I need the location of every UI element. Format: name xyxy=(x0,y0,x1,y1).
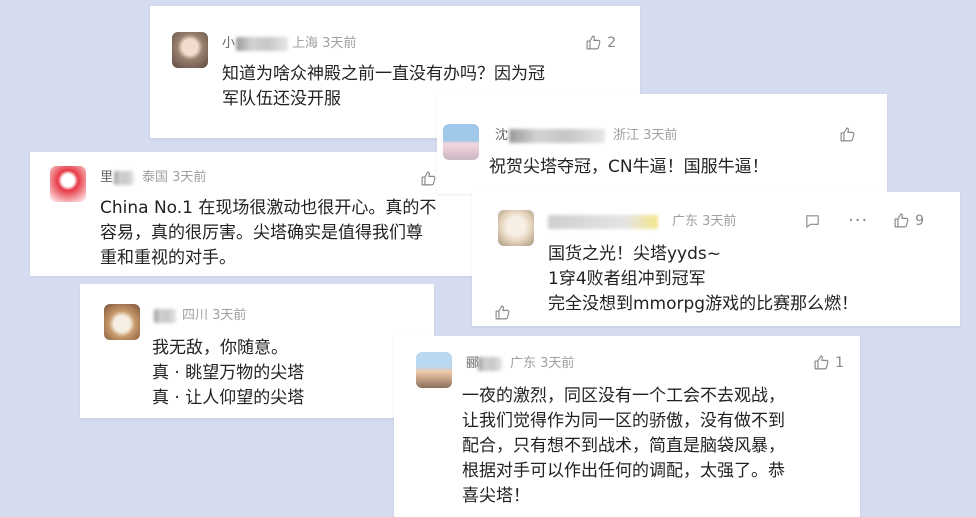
thumb-up-icon xyxy=(494,304,511,321)
comment-card: 四川 3天前 我无敌，你随意。 真 · 眺望万物的尖塔 真 · 让人仰望的尖塔 xyxy=(80,284,434,418)
comment-card: 沈 浙江 3天前 祝贺尖塔夺冠，CN牛逼！国服牛逼！ xyxy=(437,94,887,194)
comment-card: 郦 广东 3天前 1 一夜的激烈，同区没有一个工会不去观战， 让我们觉得作为同一… xyxy=(394,336,860,517)
comment-meta: 广东 3天前 xyxy=(672,214,737,229)
avatar[interactable] xyxy=(498,210,534,246)
comment-line: 真 · 眺望万物的尖塔 xyxy=(152,363,305,383)
comment-line: 配合，只有想不到战术，简直是脑袋风暴， xyxy=(462,436,785,456)
avatar[interactable] xyxy=(443,124,479,160)
comment-text: 我无敌，你随意。 真 · 眺望万物的尖塔 真 · 让人仰望的尖塔 xyxy=(152,336,304,411)
username-initial[interactable]: 里 xyxy=(100,170,113,186)
comment-line: 1穿4败者组冲到冠军 xyxy=(548,269,706,289)
comment-line: 国货之光！尖塔yyds~ xyxy=(548,244,722,264)
like-button[interactable] xyxy=(839,126,861,143)
comment-line: 容易，真的很厉害。尖塔确实是值得我们尊 xyxy=(100,223,423,243)
comment-line: 一夜的激烈，同区没有一个工会不去观战， xyxy=(462,386,785,406)
avatar[interactable] xyxy=(50,166,86,202)
comment-text: China No.1 在现场很激动也很开心。真的不 容易，真的很厉害。尖塔确实是… xyxy=(100,196,436,271)
username-initial[interactable]: 小 xyxy=(222,36,235,52)
username-blurred[interactable] xyxy=(114,171,134,185)
thumb-up-icon xyxy=(893,212,910,229)
comment-line: 让我们觉得作为同一区的骄傲，没有做不到 xyxy=(462,411,785,431)
thumb-up-icon xyxy=(420,170,437,187)
thumb-up-icon xyxy=(585,34,602,51)
like-count: 9 xyxy=(915,212,924,229)
comment-card: 里 泰国 3天前 China No.1 在现场很激动也很开心。真的不 容易，真的… xyxy=(30,152,480,276)
more-icon: ··· xyxy=(848,210,869,231)
username-initial[interactable]: 沈 xyxy=(495,128,508,144)
reply-button[interactable] xyxy=(804,213,821,234)
avatar[interactable] xyxy=(172,32,208,68)
comment-card: 广东 3天前 ··· 9 国货之光！尖塔yyds~ 1穿4败者组冲到冠军 完全没… xyxy=(472,192,960,326)
username-blurred[interactable] xyxy=(236,37,288,51)
comment-line: 真 · 让人仰望的尖塔 xyxy=(152,388,305,408)
like-button[interactable]: 2 xyxy=(585,34,616,51)
comment-line: 知道为啥众神殿之前一直没有办吗？因为冠 xyxy=(222,64,545,84)
comment-line: China No.1 在现场很激动也很开心。真的不 xyxy=(100,198,437,218)
comment-meta: 广东 3天前 xyxy=(510,356,575,371)
comment-line: 根据对手可以作出任何的调配，太强了。恭 xyxy=(462,461,785,481)
thumb-up-icon xyxy=(813,354,830,371)
comment-line: 完全没想到mmorpg游戏的比赛那么燃！ xyxy=(548,294,859,314)
like-button[interactable]: 9 xyxy=(893,212,924,229)
avatar[interactable] xyxy=(416,352,452,388)
comment-line: 祝贺尖塔夺冠，CN牛逼！国服牛逼！ xyxy=(489,157,769,177)
like-button[interactable] xyxy=(494,304,511,321)
comment-line: 喜尖塔！ xyxy=(462,486,530,506)
more-button[interactable]: ··· xyxy=(848,210,869,231)
username-blurred[interactable] xyxy=(509,129,605,143)
comment-line: 重和重视的对手。 xyxy=(100,248,236,268)
like-count: 2 xyxy=(607,34,616,51)
comment-text: 国货之光！尖塔yyds~ 1穿4败者组冲到冠军 完全没想到mmorpg游戏的比赛… xyxy=(548,242,858,317)
username-blurred[interactable] xyxy=(548,215,658,229)
comment-line: 我无敌，你随意。 xyxy=(152,338,288,358)
comment-meta: 上海 3天前 xyxy=(292,36,357,51)
comment-icon xyxy=(804,215,821,234)
like-count: 1 xyxy=(835,354,844,371)
comment-text: 一夜的激烈，同区没有一个工会不去观战， 让我们觉得作为同一区的骄傲，没有做不到 … xyxy=(462,384,785,509)
comment-meta: 浙江 3天前 xyxy=(613,128,678,143)
comment-text: 祝贺尖塔夺冠，CN牛逼！国服牛逼！ xyxy=(489,155,769,180)
like-button[interactable]: 1 xyxy=(813,354,844,371)
username-blurred[interactable] xyxy=(478,357,502,371)
comment-meta: 泰国 3天前 xyxy=(142,170,207,185)
avatar[interactable] xyxy=(104,304,140,340)
username-blurred[interactable] xyxy=(154,309,176,323)
thumb-up-icon xyxy=(839,126,856,143)
comment-meta: 四川 3天前 xyxy=(182,308,247,323)
